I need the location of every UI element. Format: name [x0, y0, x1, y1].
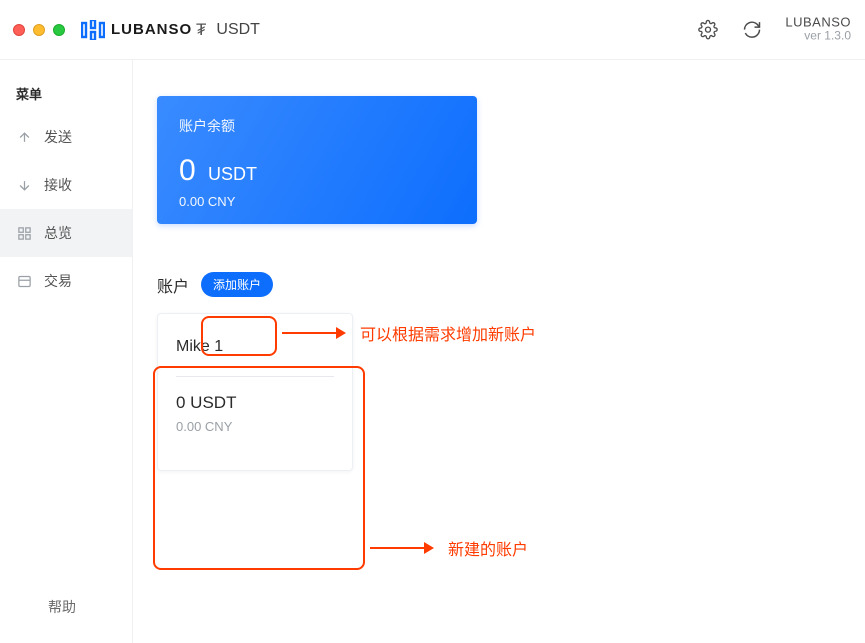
logo-icon: [81, 20, 105, 40]
brand-version: LUBANSO ver 1.3.0: [785, 15, 851, 44]
send-icon: [16, 129, 32, 145]
close-window-button[interactable]: [13, 24, 25, 36]
sidebar-item-label: 接收: [44, 175, 72, 195]
account-sub: 0.00 CNY: [176, 419, 334, 434]
refresh-button[interactable]: [741, 18, 763, 40]
version-label: ver 1.3.0: [785, 30, 851, 44]
sidebar: 菜单 发送 接收 总览 交易 帮助: [0, 60, 133, 643]
sidebar-item-overview[interactable]: 总览: [0, 209, 132, 257]
tether-icon: ₮: [196, 20, 206, 40]
overview-icon: [16, 225, 32, 241]
sidebar-item-label: 发送: [44, 127, 72, 147]
account-balance: 0 USDT: [176, 393, 334, 413]
window-controls: [0, 24, 65, 36]
accounts-header: 账户 添加账户: [157, 272, 841, 297]
maximize-window-button[interactable]: [53, 24, 65, 36]
currency-switch[interactable]: ₮ USDT: [196, 20, 260, 40]
refresh-icon: [742, 19, 762, 39]
balance-title: 账户余额: [179, 116, 455, 136]
sidebar-item-label: 交易: [44, 271, 72, 291]
brand-label: LUBANSO: [785, 15, 851, 30]
account-card[interactable]: Mike 1 0 USDT 0.00 CNY: [157, 313, 353, 471]
balance-amount: 0 USDT: [179, 154, 455, 188]
balance-value: 0: [179, 154, 196, 187]
account-name: Mike 1: [176, 338, 334, 356]
sidebar-item-transactions[interactable]: 交易: [0, 257, 132, 305]
main-content: 账户余额 0 USDT 0.00 CNY 账户 添加账户 Mike 1 0 US…: [133, 60, 865, 643]
sidebar-item-label: 总览: [44, 223, 72, 243]
sidebar-help[interactable]: 帮助: [48, 597, 76, 617]
transactions-icon: [16, 273, 32, 289]
titlebar: LUBANSO ₮ USDT LUBANSO ver 1.3.0: [0, 0, 865, 60]
divider: [176, 376, 334, 377]
app-logo: LUBANSO: [81, 20, 192, 40]
balance-unit: USDT: [208, 164, 257, 184]
balance-card: 账户余额 0 USDT 0.00 CNY: [157, 96, 477, 224]
currency-label: USDT: [216, 21, 260, 39]
receive-icon: [16, 177, 32, 193]
sidebar-title: 菜单: [0, 60, 132, 113]
balance-subtext: 0.00 CNY: [179, 194, 455, 209]
logo-text: LUBANSO: [111, 21, 192, 38]
add-account-button[interactable]: 添加账户: [201, 272, 273, 297]
gear-icon: [698, 19, 718, 39]
minimize-window-button[interactable]: [33, 24, 45, 36]
body: 菜单 发送 接收 总览 交易 帮助: [0, 60, 865, 643]
toolbar-right: LUBANSO ver 1.3.0: [697, 15, 851, 44]
settings-button[interactable]: [697, 18, 719, 40]
accounts-title: 账户: [157, 273, 189, 297]
sidebar-item-send[interactable]: 发送: [0, 113, 132, 161]
sidebar-item-receive[interactable]: 接收: [0, 161, 132, 209]
